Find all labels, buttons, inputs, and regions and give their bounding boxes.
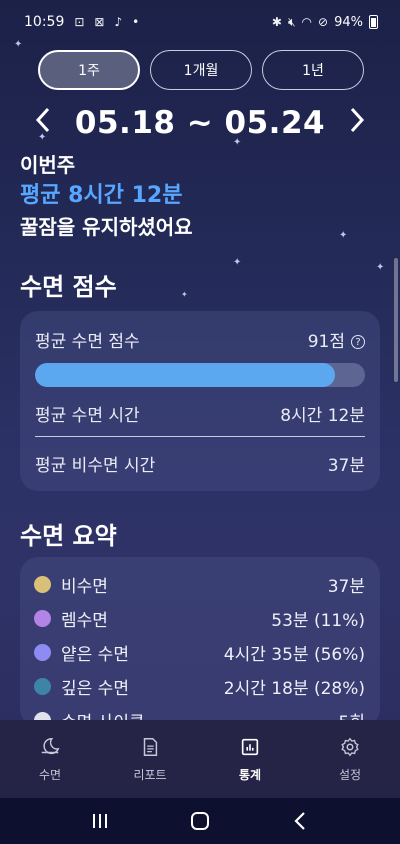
tab-label: 1개월 [183, 63, 219, 79]
period-tabs: 1주 1개월 1년 [38, 50, 364, 90]
summary-message: 꿀잠을 유지하셨어요 [20, 215, 193, 239]
sleep-score-card: 평균 수면 점수 91점? 평균 수면 시간 8시간 12분 평균 비수면 시간… [20, 311, 380, 491]
legend-label: 얕은 수면 [61, 645, 129, 665]
legend-row: 얕은 수면 4시간 35분 (56%) [34, 640, 365, 665]
weekly-summary: 이번주 평균 8시간 12분 꿀잠을 유지하셨어요 [20, 150, 193, 242]
legend-dot [34, 678, 51, 695]
legend-value: 4시간 35분 (56%) [223, 645, 365, 665]
screenshot-icon: ⊠ [94, 15, 105, 29]
star-icon: ✦ [376, 262, 385, 273]
bottom-nav: 수면 리포트 통계 설정 [0, 720, 400, 798]
star-icon: ✦ [339, 230, 348, 241]
date-navigator: 05.18 ~ 05.24 [0, 100, 400, 146]
scrollbar[interactable] [394, 258, 398, 382]
star-icon: ✦ [233, 257, 242, 268]
help-icon[interactable]: ? [351, 335, 365, 349]
tab-label: 1주 [78, 63, 100, 79]
legend-value: 53분 (11%) [271, 611, 365, 631]
avg-nonsleep-value: 37분 [327, 456, 365, 476]
legend-value: 2시간 18분 (28%) [223, 679, 365, 699]
tab-month[interactable]: 1개월 [150, 50, 252, 90]
wifi-icon: ◠ [301, 15, 313, 29]
avg-sleep-row: 평균 수면 시간 8시간 12분 [35, 401, 365, 426]
settings-icon [341, 737, 359, 756]
sleep-summary-title: 수면 요약 [20, 522, 117, 550]
legend-row: 렘수면 53분 (11%) [34, 606, 365, 631]
legend-left: 깊은 수면 [34, 674, 129, 699]
nav-item-sleep[interactable]: 수면 [0, 720, 100, 798]
dnd-icon: ⊘ [318, 15, 329, 29]
status-right: ✱ 🔇︎ ◠ ⊘ 94% [272, 15, 378, 30]
legend-value: 37분 [327, 577, 365, 597]
nav-item-report[interactable]: 리포트 [100, 720, 200, 798]
nav-label: 통계 [238, 767, 262, 782]
moon-icon [41, 737, 60, 754]
nav-item-statistics[interactable]: 통계 [200, 720, 300, 798]
avg-sleep-label: 평균 수면 시간 [35, 406, 140, 426]
nav-item-settings[interactable]: 설정 [300, 720, 400, 798]
nav-label: 설정 [338, 767, 362, 782]
report-icon [143, 737, 158, 756]
avg-score-row: 평균 수면 점수 91점? [35, 327, 365, 352]
notification-icon: ⊡ [74, 15, 85, 29]
tab-week[interactable]: 1주 [38, 50, 140, 90]
status-bar: 10:59 ⊡ ⊠ ♪ • ✱ 🔇︎ ◠ ⊘ 94% [0, 0, 400, 44]
chevron-right-icon[interactable] [345, 107, 369, 140]
status-left: 10:59 ⊡ ⊠ ♪ • [24, 14, 139, 30]
battery-percent: 94% [334, 14, 363, 30]
tab-label: 1년 [302, 63, 324, 79]
legend-left: 비수면 [34, 572, 108, 597]
sleep-score-title: 수면 점수 [20, 273, 117, 301]
legend-label: 비수면 [61, 577, 108, 597]
legend-row: 깊은 수면 2시간 18분 (28%) [34, 674, 365, 699]
legend-dot [34, 576, 51, 593]
avg-score-value: 91점 [307, 332, 345, 352]
dot-icon: • [132, 15, 140, 29]
avg-score-value-wrap: 91점? [308, 327, 365, 352]
legend-dot [34, 644, 51, 661]
legend-left: 렘수면 [34, 606, 108, 631]
statistics-icon [241, 738, 259, 755]
legend-left: 얕은 수면 [34, 640, 129, 665]
status-time: 10:59 [24, 14, 65, 30]
avg-sleep-value: 8시간 12분 [280, 406, 365, 426]
date-range: 05.18 ~ 05.24 [74, 105, 326, 141]
star-icon: ✦ [181, 290, 188, 299]
recent-apps-icon[interactable] [85, 806, 115, 836]
summary-average: 평균 8시간 12분 [20, 183, 183, 208]
back-icon[interactable] [285, 806, 315, 836]
nav-label: 리포트 [133, 767, 167, 782]
legend-row: 비수면 37분 [34, 572, 365, 597]
app-icon: ♪ [114, 15, 123, 29]
tab-year[interactable]: 1년 [262, 50, 364, 90]
avg-nonsleep-row: 평균 비수면 시간 37분 [35, 451, 365, 476]
score-bar [35, 363, 365, 387]
legend-label: 렘수면 [61, 611, 108, 631]
nav-label: 수면 [38, 767, 62, 782]
avg-score-label: 평균 수면 점수 [35, 332, 140, 352]
sleep-summary-card: 비수면 37분 렘수면 53분 (11%) 얕은 수면 4시간 35분 (56%… [20, 557, 380, 733]
home-icon[interactable] [185, 806, 215, 836]
legend-label: 깊은 수면 [61, 679, 129, 699]
score-bar-fill [35, 363, 336, 387]
chevron-left-icon[interactable] [31, 107, 55, 140]
battery-icon [369, 15, 378, 29]
legend-dot [34, 610, 51, 627]
divider [35, 436, 365, 437]
bluetooth-icon: ✱ [271, 15, 282, 29]
mute-icon: 🔇︎ [287, 14, 296, 29]
summary-period: 이번주 [20, 153, 76, 177]
avg-nonsleep-label: 평균 비수면 시간 [35, 456, 156, 476]
system-nav-bar [0, 798, 400, 844]
